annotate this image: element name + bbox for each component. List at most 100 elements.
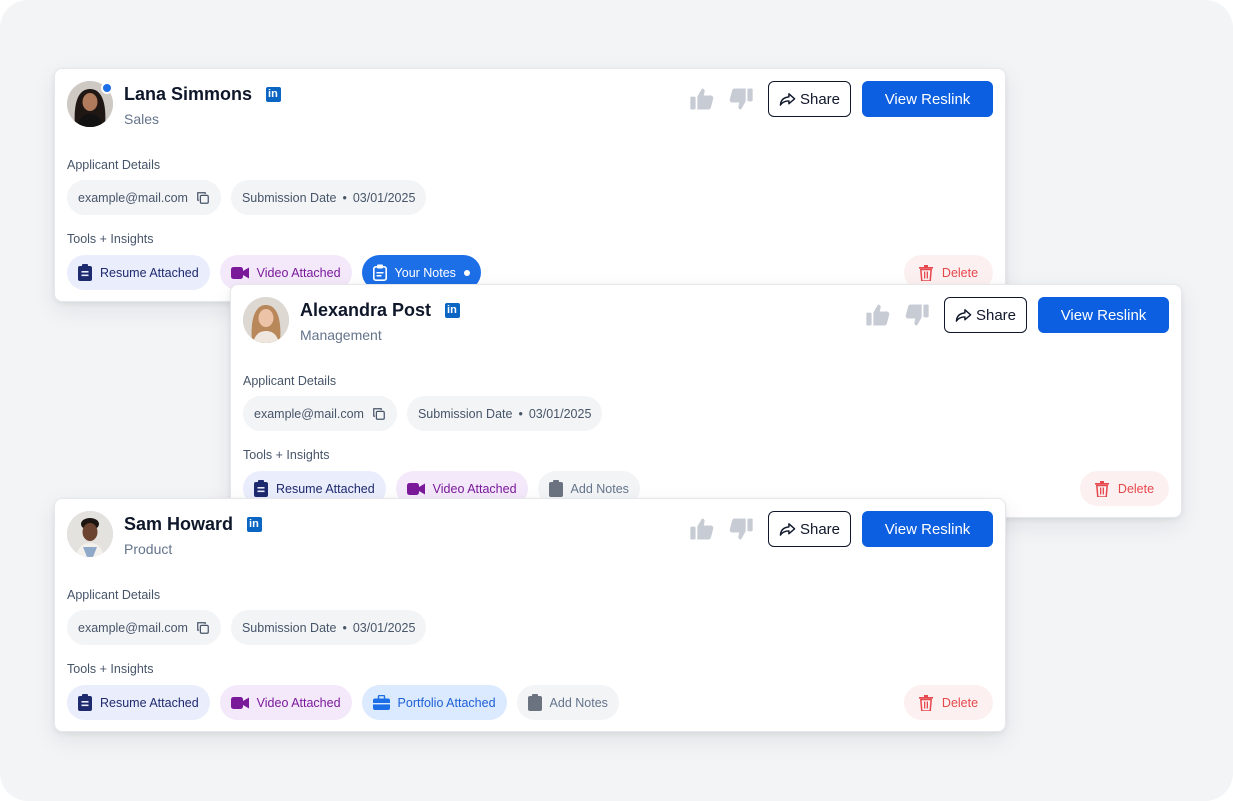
clipboard-icon: [78, 694, 92, 711]
share-label: Share: [975, 306, 1017, 324]
submission-date-chip: Submission Date • 03/01/2025: [230, 610, 427, 645]
submission-date-chip: Submission Date • 03/01/2025: [406, 396, 603, 431]
share-label: Share: [799, 520, 841, 538]
submission-label: Submission Date: [417, 406, 513, 421]
email-chip[interactable]: example@mail.com: [67, 180, 221, 215]
avatar[interactable]: [243, 297, 289, 343]
resume-label: Resume Attached: [100, 265, 199, 280]
notes-icon: [372, 264, 387, 281]
resume-attached-chip[interactable]: Resume Attached: [67, 255, 210, 290]
applicant-card: Sam Howard Product Share View Reslink Ap…: [54, 498, 1006, 732]
linkedin-icon[interactable]: [445, 303, 461, 318]
applicant-card: Alexandra Post Management Share View Res…: [230, 284, 1182, 518]
trash-icon: [918, 264, 933, 281]
copy-icon[interactable]: [196, 621, 210, 635]
video-icon: [406, 482, 425, 495]
applicant-role: Management: [300, 327, 382, 343]
applicant-role: Sales: [124, 111, 160, 127]
briefcase-icon: [372, 695, 390, 710]
separator-dot: •: [342, 190, 347, 205]
card-actions: Share View Reslink: [687, 511, 993, 547]
delete-button[interactable]: Delete: [904, 685, 993, 720]
applicant-name: Alexandra Post: [300, 300, 461, 321]
linkedin-icon[interactable]: [266, 87, 282, 102]
delete-button[interactable]: Delete: [1080, 471, 1169, 506]
video-label: Video Attached: [256, 265, 341, 280]
canvas: Lana Simmons Sales Share View Reslink Ap…: [0, 0, 1233, 801]
thumbs-down-icon[interactable]: [726, 84, 756, 114]
share-button[interactable]: Share: [768, 81, 851, 117]
submission-label: Submission Date: [241, 190, 337, 205]
share-label: Share: [799, 90, 841, 108]
tools-row: Resume Attached Video Attached Portfolio…: [67, 685, 629, 720]
email-chip[interactable]: example@mail.com: [67, 610, 221, 645]
portfolio-label: Portfolio Attached: [397, 695, 496, 710]
share-button[interactable]: Share: [944, 297, 1027, 333]
applicant-role: Product: [124, 541, 173, 557]
resume-attached-chip[interactable]: Resume Attached: [67, 685, 210, 720]
applicant-details-label: Applicant Details: [67, 158, 161, 172]
submission-date: 03/01/2025: [352, 190, 416, 205]
applicant-name: Lana Simmons: [124, 84, 282, 105]
email-text: example@mail.com: [78, 620, 188, 635]
applicant-card: Lana Simmons Sales Share View Reslink Ap…: [54, 68, 1006, 302]
online-status-dot: [101, 82, 113, 94]
portfolio-attached-chip[interactable]: Portfolio Attached: [361, 685, 507, 720]
card-actions: Share View Reslink: [863, 297, 1169, 333]
thumbs-down-icon[interactable]: [726, 514, 756, 544]
copy-icon[interactable]: [372, 407, 386, 421]
submission-date: 03/01/2025: [352, 620, 416, 635]
thumbs-up-icon[interactable]: [863, 300, 893, 330]
delete-label: Delete: [941, 695, 979, 710]
submission-date-chip: Submission Date • 03/01/2025: [230, 180, 427, 215]
share-button[interactable]: Share: [768, 511, 851, 547]
thumbs-down-icon[interactable]: [902, 300, 932, 330]
applicant-details-label: Applicant Details: [67, 588, 161, 602]
view-reslink-button[interactable]: View Reslink: [1038, 297, 1169, 333]
applicant-details-row: example@mail.com Submission Date • 03/01…: [67, 180, 436, 215]
clipboard-icon: [527, 694, 542, 711]
trash-icon: [918, 694, 933, 711]
video-icon: [230, 696, 249, 709]
tools-insights-label: Tools + Insights: [243, 448, 330, 462]
video-attached-chip[interactable]: Video Attached: [219, 685, 352, 720]
thumbs-up-icon[interactable]: [687, 514, 717, 544]
applicant-details-label: Applicant Details: [243, 374, 337, 388]
video-label: Video Attached: [256, 695, 341, 710]
unread-dot: [463, 269, 470, 276]
resume-label: Resume Attached: [276, 481, 375, 496]
add-notes-label: Add Notes: [570, 481, 629, 496]
avatar[interactable]: [67, 511, 113, 557]
applicant-name-text: Sam Howard: [124, 514, 234, 534]
applicant-details-row: example@mail.com Submission Date • 03/01…: [243, 396, 612, 431]
email-chip[interactable]: example@mail.com: [243, 396, 397, 431]
tools-insights-label: Tools + Insights: [67, 662, 154, 676]
copy-icon[interactable]: [196, 191, 210, 205]
trash-icon: [1094, 480, 1109, 497]
card-actions: Share View Reslink: [687, 81, 993, 117]
separator-dot: •: [342, 620, 347, 635]
submission-label: Submission Date: [241, 620, 337, 635]
clipboard-icon: [78, 264, 92, 281]
tools-insights-label: Tools + Insights: [67, 232, 154, 246]
delete-label: Delete: [941, 265, 979, 280]
notes-label: Your Notes: [394, 265, 456, 280]
view-reslink-button[interactable]: View Reslink: [862, 511, 993, 547]
email-text: example@mail.com: [254, 406, 364, 421]
resume-label: Resume Attached: [100, 695, 199, 710]
applicant-name: Sam Howard: [124, 514, 263, 535]
applicant-details-row: example@mail.com Submission Date • 03/01…: [67, 610, 436, 645]
applicant-name-text: Lana Simmons: [124, 84, 253, 104]
video-label: Video Attached: [432, 481, 517, 496]
view-reslink-button[interactable]: View Reslink: [862, 81, 993, 117]
share-icon: [955, 308, 972, 322]
applicant-name-text: Alexandra Post: [300, 300, 432, 320]
linkedin-icon[interactable]: [247, 517, 263, 532]
clipboard-icon: [548, 480, 563, 497]
add-notes-chip[interactable]: Add Notes: [516, 685, 619, 720]
thumbs-up-icon[interactable]: [687, 84, 717, 114]
separator-dot: •: [518, 406, 523, 421]
email-text: example@mail.com: [78, 190, 188, 205]
clipboard-icon: [254, 480, 268, 497]
add-notes-label: Add Notes: [549, 695, 608, 710]
